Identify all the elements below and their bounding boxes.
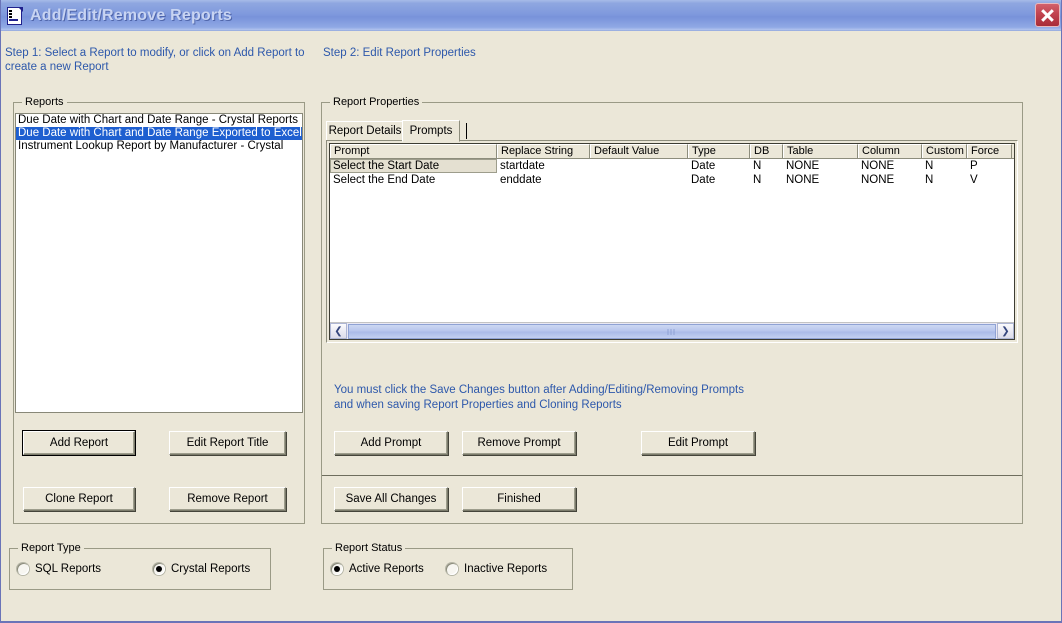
step1-instruction: Step 1: Select a Report to modify, or cl…	[5, 46, 305, 74]
scrollbar-thumb[interactable]	[348, 324, 996, 339]
cell-prompt[interactable]: Select the End Date	[330, 173, 497, 187]
cell-force[interactable]: V	[967, 173, 1012, 187]
report-document-icon	[6, 7, 24, 25]
cell-type[interactable]: Date	[688, 159, 750, 173]
remove-prompt-button[interactable]: Remove Prompt	[462, 431, 576, 455]
tab-caret	[466, 123, 467, 139]
report-properties-groupbox-label: Report Properties	[330, 96, 422, 108]
cell-custom[interactable]: N	[922, 173, 967, 187]
radio-crystal-reports-label: Crystal Reports	[171, 563, 250, 575]
table-row[interactable]: Select the Start Date startdate Date N N…	[330, 159, 1014, 173]
radio-inactive-reports-label: Inactive Reports	[464, 563, 547, 575]
prompts-grid[interactable]: Prompt Replace String Default Value Type…	[329, 143, 1015, 340]
column-header-replace-string[interactable]: Replace String	[497, 144, 590, 158]
column-header-prompt[interactable]: Prompt	[330, 144, 497, 158]
column-header-db[interactable]: DB	[750, 144, 783, 158]
column-header-type[interactable]: Type	[688, 144, 750, 158]
scroll-right-icon[interactable]: ❯	[997, 323, 1014, 339]
column-header-table[interactable]: Table	[783, 144, 858, 158]
radio-sql-reports-label: SQL Reports	[35, 563, 101, 575]
radio-unchecked-icon	[446, 563, 458, 575]
radio-inactive-reports[interactable]: Inactive Reports	[446, 563, 547, 575]
column-header-default-value[interactable]: Default Value	[590, 144, 688, 158]
title-bar: Add/Edit/Remove Reports	[1, 0, 1062, 31]
prompts-grid-header: Prompt Replace String Default Value Type…	[330, 144, 1014, 159]
cell-replace-string[interactable]: startdate	[497, 159, 590, 173]
column-header-custom[interactable]: Custom	[922, 144, 967, 158]
radio-checked-icon	[331, 563, 343, 575]
cell-column[interactable]: NONE	[858, 159, 922, 173]
list-item[interactable]: Due Date with Chart and Date Range - Cry…	[16, 114, 302, 127]
window-title: Add/Edit/Remove Reports	[30, 7, 232, 25]
cell-table[interactable]: NONE	[783, 173, 858, 187]
edit-prompt-button[interactable]: Edit Prompt	[641, 431, 755, 455]
radio-unchecked-icon	[17, 563, 29, 575]
cell-type[interactable]: Date	[688, 173, 750, 187]
save-changes-note: You must click the Save Changes button a…	[334, 383, 764, 413]
radio-crystal-reports[interactable]: Crystal Reports	[153, 563, 250, 575]
prompts-grid-horizontal-scrollbar[interactable]: ❮ ❯	[330, 322, 1014, 339]
remove-report-button[interactable]: Remove Report	[169, 487, 286, 511]
cell-replace-string[interactable]: enddate	[497, 173, 590, 187]
scroll-left-icon[interactable]: ❮	[330, 323, 347, 339]
column-header-force[interactable]: Force	[967, 144, 1012, 158]
close-icon[interactable]	[1035, 3, 1060, 27]
tab-report-details[interactable]: Report Details	[326, 121, 404, 141]
radio-active-reports-label: Active Reports	[349, 563, 424, 575]
radio-sql-reports[interactable]: SQL Reports	[17, 563, 101, 575]
clone-report-button[interactable]: Clone Report	[23, 487, 135, 511]
radio-checked-icon	[153, 563, 165, 575]
cell-table[interactable]: NONE	[783, 159, 858, 173]
radio-active-reports[interactable]: Active Reports	[331, 563, 424, 575]
finished-button[interactable]: Finished	[462, 487, 576, 511]
list-item[interactable]: Due Date with Chart and Date Range Expor…	[16, 127, 302, 140]
report-type-groupbox-label: Report Type	[18, 542, 84, 554]
add-report-button[interactable]: Add Report	[23, 431, 135, 455]
application-window: Add/Edit/Remove Reports Step 1: Select a…	[0, 0, 1062, 623]
step2-instruction: Step 2: Edit Report Properties	[323, 46, 623, 60]
cell-default-value[interactable]	[590, 173, 688, 187]
scrollbar-grip-icon	[668, 329, 677, 335]
cell-prompt[interactable]: Select the Start Date	[330, 159, 497, 173]
cell-db[interactable]: N	[750, 159, 783, 173]
reports-groupbox-label: Reports	[22, 96, 67, 108]
table-row[interactable]: Select the End Date enddate Date N NONE …	[330, 173, 1014, 187]
cell-column[interactable]: NONE	[858, 173, 922, 187]
report-status-groupbox-label: Report Status	[332, 542, 405, 554]
report-properties-tabstrip: Report Details Prompts	[326, 120, 1018, 141]
cell-custom[interactable]: N	[922, 159, 967, 173]
save-all-changes-button[interactable]: Save All Changes	[334, 487, 448, 511]
list-item[interactable]: Instrument Lookup Report by Manufacturer…	[16, 140, 302, 153]
reports-listbox[interactable]: Due Date with Chart and Date Range - Cry…	[15, 113, 303, 413]
cell-default-value[interactable]	[590, 159, 688, 173]
section-divider	[322, 475, 1022, 476]
add-prompt-button[interactable]: Add Prompt	[334, 431, 448, 455]
cell-db[interactable]: N	[750, 173, 783, 187]
prompts-grid-panel: Prompt Replace String Default Value Type…	[326, 140, 1018, 343]
edit-report-title-button[interactable]: Edit Report Title	[169, 431, 286, 455]
cell-force[interactable]: P	[967, 159, 1012, 173]
column-header-column[interactable]: Column	[858, 144, 922, 158]
tab-prompts[interactable]: Prompts	[402, 120, 460, 142]
